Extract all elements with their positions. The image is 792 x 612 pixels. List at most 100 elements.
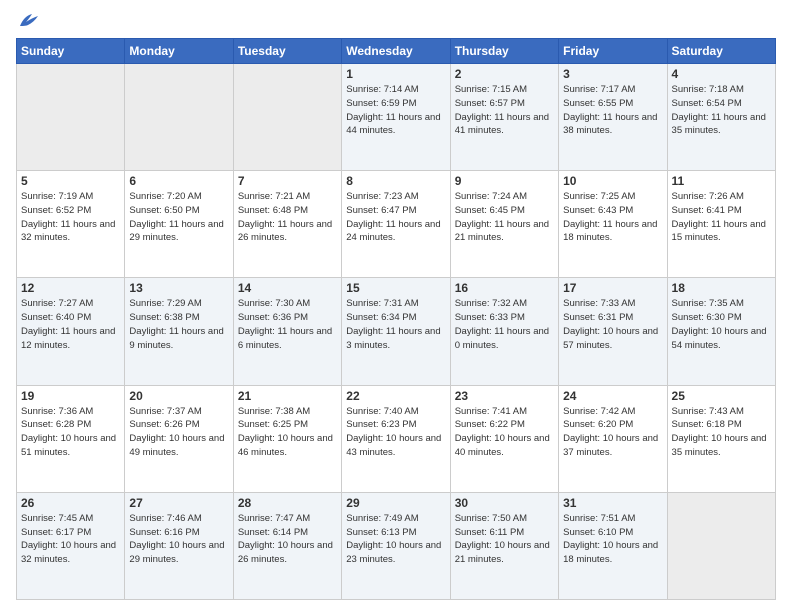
calendar-header-monday: Monday [125,39,233,64]
day-info: Sunrise: 7:25 AMSunset: 6:43 PMDaylight:… [563,190,662,245]
calendar-cell: 3 Sunrise: 7:17 AMSunset: 6:55 PMDaylight… [559,64,667,171]
calendar-cell [17,64,125,171]
day-number: 6 [129,174,228,188]
day-number: 29 [346,496,445,510]
calendar-cell: 9Sunrise: 7:24 AMSunset: 6:45 PMDaylight… [450,171,558,278]
calendar-cell: 28Sunrise: 7:47 AMSunset: 6:14 PMDayligh… [233,492,341,599]
day-number: 11 [672,174,771,188]
day-number: 12 [21,281,120,295]
calendar-cell: 14 Sunrise: 7:30 AMSunset: 6:36 PMDayligh… [233,278,341,385]
day-info: Sunrise: 7:30 AMSunset: 6:36 PMDaylight:… [238,297,337,352]
day-info: Sunrise: 7:43 AMSunset: 6:18 PMDaylight:… [672,405,771,460]
calendar-cell: 27 Sunrise: 7:46 AMSunset: 6:16 PMDayligh… [125,492,233,599]
calendar-cell: 2 Sunrise: 7:15 AMSunset: 6:57 PMDaylight… [450,64,558,171]
calendar-week-row: 19 Sunrise: 7:36 AMSunset: 6:28 PMDayligh… [17,385,776,492]
day-number: 26 [21,496,120,510]
day-number: 9 [455,174,554,188]
calendar-cell: 8 Sunrise: 7:23 AMSunset: 6:47 PMDaylight… [342,171,450,278]
calendar-header-thursday: Thursday [450,39,558,64]
day-number: 4 [672,67,771,81]
calendar-week-row: 5 Sunrise: 7:19 AMSunset: 6:52 PMDaylight… [17,171,776,278]
day-info: Sunrise: 7:50 AMSunset: 6:11 PMDaylight:… [455,512,554,567]
day-number: 18 [672,281,771,295]
day-info: Sunrise: 7:40 AMSunset: 6:23 PMDaylight:… [346,405,445,460]
day-info: Sunrise: 7:29 AMSunset: 6:38 PMDaylight:… [129,297,228,352]
header [16,12,776,30]
day-info: Sunrise: 7:21 AMSunset: 6:48 PMDaylight:… [238,190,337,245]
day-number: 16 [455,281,554,295]
calendar-week-row: 1Sunrise: 7:14 AMSunset: 6:59 PMDaylight… [17,64,776,171]
logo-bird-icon [18,12,40,30]
calendar-cell: 11 Sunrise: 7:26 AMSunset: 6:41 PMDayligh… [667,171,775,278]
calendar-header-row: SundayMondayTuesdayWednesdayThursdayFrid… [17,39,776,64]
day-number: 5 [21,174,120,188]
day-info: Sunrise: 7:36 AMSunset: 6:28 PMDaylight:… [21,405,120,460]
calendar-cell: 31Sunrise: 7:51 AMSunset: 6:10 PMDayligh… [559,492,667,599]
calendar-header-saturday: Saturday [667,39,775,64]
day-number: 3 [563,67,662,81]
calendar-cell [667,492,775,599]
day-info: Sunrise: 7:26 AMSunset: 6:41 PMDaylight:… [672,190,771,245]
calendar-cell: 15 Sunrise: 7:31 AMSunset: 6:34 PMDayligh… [342,278,450,385]
calendar-header-tuesday: Tuesday [233,39,341,64]
day-info: Sunrise: 7:33 AMSunset: 6:31 PMDaylight:… [563,297,662,352]
day-number: 24 [563,389,662,403]
day-number: 7 [238,174,337,188]
calendar-cell: 26 Sunrise: 7:45 AMSunset: 6:17 PMDayligh… [17,492,125,599]
day-info: Sunrise: 7:14 AMSunset: 6:59 PMDaylight:… [346,83,445,138]
calendar-cell: 22 Sunrise: 7:40 AMSunset: 6:23 PMDayligh… [342,385,450,492]
day-number: 8 [346,174,445,188]
calendar-cell: 20Sunrise: 7:37 AMSunset: 6:26 PMDayligh… [125,385,233,492]
day-info: Sunrise: 7:19 AMSunset: 6:52 PMDaylight:… [21,190,120,245]
calendar-cell: 5 Sunrise: 7:19 AMSunset: 6:52 PMDaylight… [17,171,125,278]
day-info: Sunrise: 7:31 AMSunset: 6:34 PMDaylight:… [346,297,445,352]
calendar-cell: 29 Sunrise: 7:49 AMSunset: 6:13 PMDayligh… [342,492,450,599]
calendar-cell: 12 Sunrise: 7:27 AMSunset: 6:40 PMDayligh… [17,278,125,385]
calendar-cell: 1Sunrise: 7:14 AMSunset: 6:59 PMDaylight… [342,64,450,171]
calendar-cell: 21Sunrise: 7:38 AMSunset: 6:25 PMDayligh… [233,385,341,492]
day-number: 27 [129,496,228,510]
calendar-cell [233,64,341,171]
day-info: Sunrise: 7:46 AMSunset: 6:16 PMDaylight:… [129,512,228,567]
day-number: 14 [238,281,337,295]
calendar-cell: 16 Sunrise: 7:32 AMSunset: 6:33 PMDayligh… [450,278,558,385]
day-number: 17 [563,281,662,295]
day-number: 10 [563,174,662,188]
day-number: 22 [346,389,445,403]
calendar-cell: 10 Sunrise: 7:25 AMSunset: 6:43 PMDayligh… [559,171,667,278]
day-number: 25 [672,389,771,403]
day-info: Sunrise: 7:49 AMSunset: 6:13 PMDaylight:… [346,512,445,567]
calendar-cell: 24 Sunrise: 7:42 AMSunset: 6:20 PMDayligh… [559,385,667,492]
day-info: Sunrise: 7:20 AMSunset: 6:50 PMDaylight:… [129,190,228,245]
calendar-cell [125,64,233,171]
day-info: Sunrise: 7:27 AMSunset: 6:40 PMDaylight:… [21,297,120,352]
day-info: Sunrise: 7:18 AMSunset: 6:54 PMDaylight:… [672,83,771,138]
day-number: 2 [455,67,554,81]
day-info: Sunrise: 7:41 AMSunset: 6:22 PMDaylight:… [455,405,554,460]
day-info: Sunrise: 7:32 AMSunset: 6:33 PMDaylight:… [455,297,554,352]
calendar-table: SundayMondayTuesdayWednesdayThursdayFrid… [16,38,776,600]
calendar-cell: 19 Sunrise: 7:36 AMSunset: 6:28 PMDayligh… [17,385,125,492]
calendar-header-friday: Friday [559,39,667,64]
calendar-cell: 23Sunrise: 7:41 AMSunset: 6:22 PMDayligh… [450,385,558,492]
calendar-cell: 7 Sunrise: 7:21 AMSunset: 6:48 PMDaylight… [233,171,341,278]
day-number: 13 [129,281,228,295]
calendar-cell: 13 Sunrise: 7:29 AMSunset: 6:38 PMDayligh… [125,278,233,385]
calendar-week-row: 12 Sunrise: 7:27 AMSunset: 6:40 PMDayligh… [17,278,776,385]
page-container: SundayMondayTuesdayWednesdayThursdayFrid… [0,0,792,612]
day-info: Sunrise: 7:17 AMSunset: 6:55 PMDaylight:… [563,83,662,138]
calendar-cell: 18Sunrise: 7:35 AMSunset: 6:30 PMDayligh… [667,278,775,385]
day-info: Sunrise: 7:15 AMSunset: 6:57 PMDaylight:… [455,83,554,138]
day-number: 28 [238,496,337,510]
calendar-cell: 4 Sunrise: 7:18 AMSunset: 6:54 PMDaylight… [667,64,775,171]
calendar-cell: 17 Sunrise: 7:33 AMSunset: 6:31 PMDayligh… [559,278,667,385]
day-info: Sunrise: 7:23 AMSunset: 6:47 PMDaylight:… [346,190,445,245]
day-number: 20 [129,389,228,403]
day-info: Sunrise: 7:42 AMSunset: 6:20 PMDaylight:… [563,405,662,460]
day-info: Sunrise: 7:51 AMSunset: 6:10 PMDaylight:… [563,512,662,567]
day-number: 15 [346,281,445,295]
logo [16,12,40,30]
day-number: 19 [21,389,120,403]
day-number: 21 [238,389,337,403]
day-info: Sunrise: 7:45 AMSunset: 6:17 PMDaylight:… [21,512,120,567]
